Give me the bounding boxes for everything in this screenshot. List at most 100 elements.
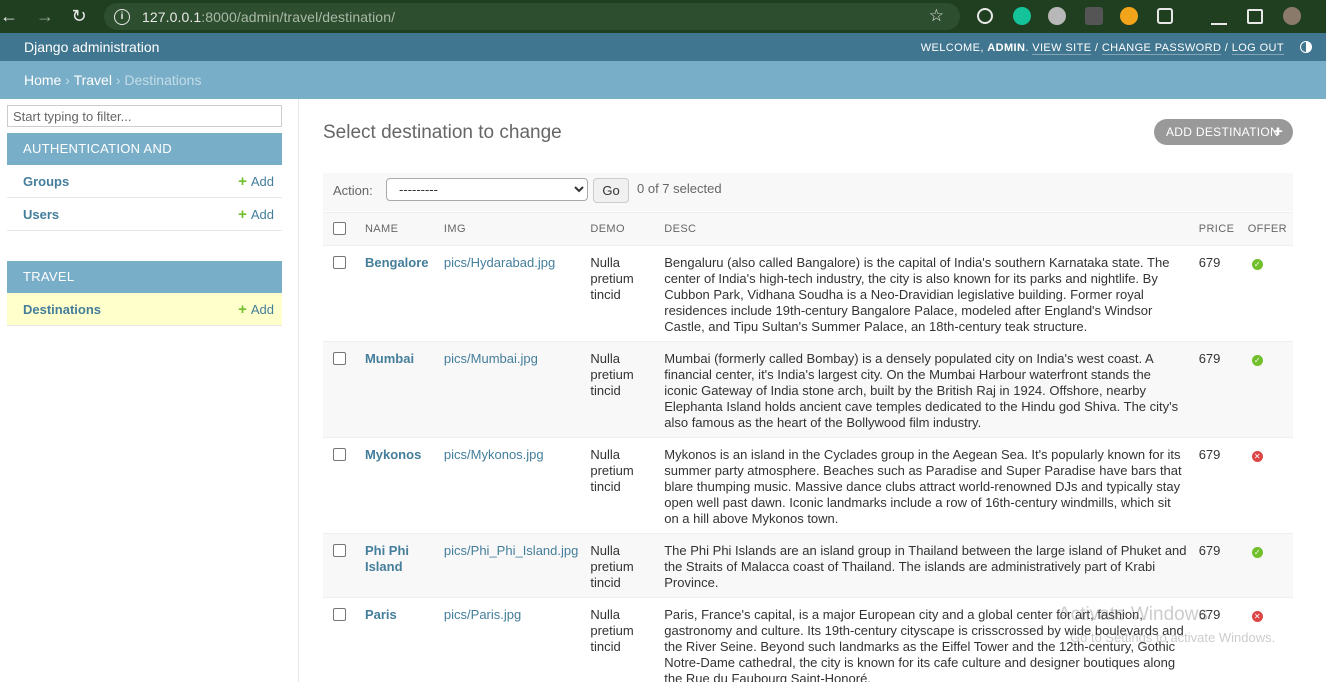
img-cell: pics/Mumbai.jpg bbox=[437, 341, 585, 438]
sidebar-item-destinations[interactable]: Destinations + Add bbox=[7, 293, 282, 326]
column-header-price[interactable]: PRICE bbox=[1192, 212, 1242, 246]
img-link[interactable]: pics/Hydarabad.jpg bbox=[444, 255, 555, 270]
profile-avatar-icon[interactable] bbox=[1283, 7, 1301, 25]
offer-cell: ✕ bbox=[1241, 437, 1293, 534]
camera-extension-icon[interactable] bbox=[1085, 7, 1103, 25]
view-site-link[interactable]: VIEW SITE bbox=[1032, 42, 1092, 55]
log-out-link[interactable]: LOG OUT bbox=[1231, 42, 1284, 55]
img-link[interactable]: pics/Paris.jpg bbox=[444, 607, 521, 622]
breadcrumb-app[interactable]: Travel bbox=[74, 72, 112, 88]
icon-yes: ✓ bbox=[1251, 355, 1263, 366]
price-cell: 679 bbox=[1192, 245, 1242, 342]
destinations-add-link[interactable]: + Add bbox=[238, 301, 274, 318]
row-checkbox[interactable] bbox=[333, 608, 346, 621]
back-icon[interactable]: ← bbox=[0, 0, 18, 33]
nav-filter-input[interactable] bbox=[7, 105, 282, 127]
img-link[interactable]: pics/Phi_Phi_Island.jpg bbox=[444, 543, 578, 558]
destination-link[interactable]: Paris bbox=[365, 607, 397, 622]
row-checkbox[interactable] bbox=[333, 352, 346, 365]
column-header-img[interactable]: IMG bbox=[437, 212, 585, 246]
img-cell: pics/Hydarabad.jpg bbox=[437, 245, 585, 342]
grammarly-icon[interactable] bbox=[1013, 7, 1031, 25]
table-row: Mumbai pics/Mumbai.jpg Nulla pretium tin… bbox=[323, 341, 1293, 438]
nav-sidebar: AUTHENTICATION AND AUTHORIZATION Groups … bbox=[0, 99, 299, 682]
table-row: Mykonos pics/Mykonos.jpg Nulla pretium t… bbox=[323, 437, 1293, 534]
destination-link[interactable]: Bengalore bbox=[365, 255, 429, 270]
row-select-cell bbox=[323, 533, 359, 598]
forward-icon[interactable]: → bbox=[28, 0, 62, 33]
price-cell: 679 bbox=[1192, 437, 1242, 534]
row-checkbox[interactable] bbox=[333, 256, 346, 269]
url-path: :8000/admin/travel/destination/ bbox=[201, 8, 396, 25]
sidebar-item-label[interactable]: Destinations bbox=[23, 302, 101, 317]
add-plus-icon: + bbox=[1273, 123, 1283, 140]
column-header-name[interactable]: NAME bbox=[358, 212, 438, 246]
site-branding[interactable]: Django administration bbox=[24, 39, 159, 55]
table-row: Bengalore pics/Hydarabad.jpg Nulla preti… bbox=[323, 245, 1293, 342]
offer-cell: ✕ bbox=[1241, 597, 1293, 682]
theme-toggle-icon[interactable] bbox=[1300, 41, 1312, 53]
bookmark-star-icon[interactable]: ☆ bbox=[929, 6, 944, 26]
desc-cell: Mumbai (formerly called Bombay) is a den… bbox=[658, 341, 1193, 438]
desc-cell: The Phi Phi Islands are an island group … bbox=[658, 533, 1193, 598]
demo-cell: Nulla pretium tincid bbox=[584, 533, 659, 598]
breadcrumb-home[interactable]: Home bbox=[24, 72, 61, 88]
site-info-icon[interactable]: i bbox=[114, 8, 130, 25]
img-link[interactable]: pics/Mumbai.jpg bbox=[444, 351, 538, 366]
price-cell: 679 bbox=[1192, 597, 1242, 682]
destination-link[interactable]: Phi Phi Island bbox=[365, 543, 409, 574]
block-extension-icon[interactable] bbox=[1120, 7, 1138, 25]
destination-link[interactable]: Mumbai bbox=[365, 351, 414, 366]
sidebar-item-groups[interactable]: Groups + Add bbox=[7, 165, 282, 198]
react-devtools-icon[interactable] bbox=[977, 8, 993, 24]
table-row: Paris pics/Paris.jpg Nulla pretium tinci… bbox=[323, 597, 1293, 682]
demo-cell: Nulla pretium tincid bbox=[584, 341, 659, 438]
sidebar-item-label[interactable]: Groups bbox=[23, 174, 69, 189]
row-checkbox[interactable] bbox=[333, 544, 346, 557]
row-checkbox[interactable] bbox=[333, 448, 346, 461]
site-header: Django administration WELCOME, ADMIN. VI… bbox=[0, 33, 1326, 61]
img-link[interactable]: pics/Mykonos.jpg bbox=[444, 447, 544, 462]
row-select-cell bbox=[323, 245, 359, 342]
browser-toolbar: ← → ↻ i 127.0.0.1:8000/admin/travel/dest… bbox=[0, 0, 1326, 33]
sidebar-item-users[interactable]: Users + Add bbox=[7, 198, 282, 231]
desc-cell: Mykonos is an island in the Cyclades gro… bbox=[658, 437, 1193, 534]
select-all-checkbox[interactable] bbox=[333, 221, 346, 235]
travel-module-caption[interactable]: TRAVEL bbox=[7, 261, 282, 293]
icon-no: ✕ bbox=[1251, 611, 1263, 622]
row-select-cell bbox=[323, 437, 359, 534]
destination-link[interactable]: Mykonos bbox=[365, 447, 421, 462]
actions-bar: Action: --------- Go 0 of 7 selected bbox=[323, 173, 1293, 211]
demo-cell: Nulla pretium tincid bbox=[584, 437, 659, 534]
action-label: Action: bbox=[333, 183, 373, 198]
go-button[interactable]: Go bbox=[593, 178, 629, 203]
url-text[interactable]: 127.0.0.1:8000/admin/travel/destination/ bbox=[142, 9, 395, 25]
user-tools: WELCOME, ADMIN. VIEW SITE / CHANGE PASSW… bbox=[920, 42, 1284, 55]
download-icon[interactable] bbox=[1211, 7, 1227, 25]
row-select-cell bbox=[323, 597, 359, 682]
sidebar-item-label[interactable]: Users bbox=[23, 207, 59, 222]
add-destination-button[interactable]: ADD DESTINATION + bbox=[1154, 119, 1293, 145]
reload-icon[interactable]: ↻ bbox=[62, 0, 96, 33]
add-plus-icon: + bbox=[238, 206, 247, 223]
offer-cell: ✓ bbox=[1241, 533, 1293, 598]
price-cell: 679 bbox=[1192, 533, 1242, 598]
auth-module-caption[interactable]: AUTHENTICATION AND AUTHORIZATION bbox=[7, 133, 282, 188]
users-add-link[interactable]: + Add bbox=[238, 206, 274, 223]
address-bar[interactable]: i 127.0.0.1:8000/admin/travel/destinatio… bbox=[104, 3, 960, 30]
name-cell: Bengalore bbox=[358, 245, 438, 342]
groups-add-link[interactable]: + Add bbox=[238, 173, 274, 190]
demo-cell: Nulla pretium tincid bbox=[584, 245, 659, 342]
column-header-desc[interactable]: DESC bbox=[658, 212, 1193, 246]
column-header-offer[interactable]: OFFER bbox=[1241, 212, 1293, 246]
column-header-demo[interactable]: DEMO bbox=[584, 212, 659, 246]
action-select[interactable]: --------- bbox=[386, 178, 588, 201]
breadcrumb-current: Destinations bbox=[124, 72, 202, 88]
icon-yes: ✓ bbox=[1251, 547, 1263, 558]
change-password-link[interactable]: CHANGE PASSWORD bbox=[1101, 42, 1222, 55]
price-cell: 679 bbox=[1192, 341, 1242, 438]
extensions-puzzle-icon[interactable] bbox=[1157, 8, 1173, 24]
side-panel-icon[interactable] bbox=[1247, 9, 1263, 24]
globe-extension-icon[interactable] bbox=[1048, 7, 1066, 25]
add-plus-icon: + bbox=[238, 173, 247, 190]
